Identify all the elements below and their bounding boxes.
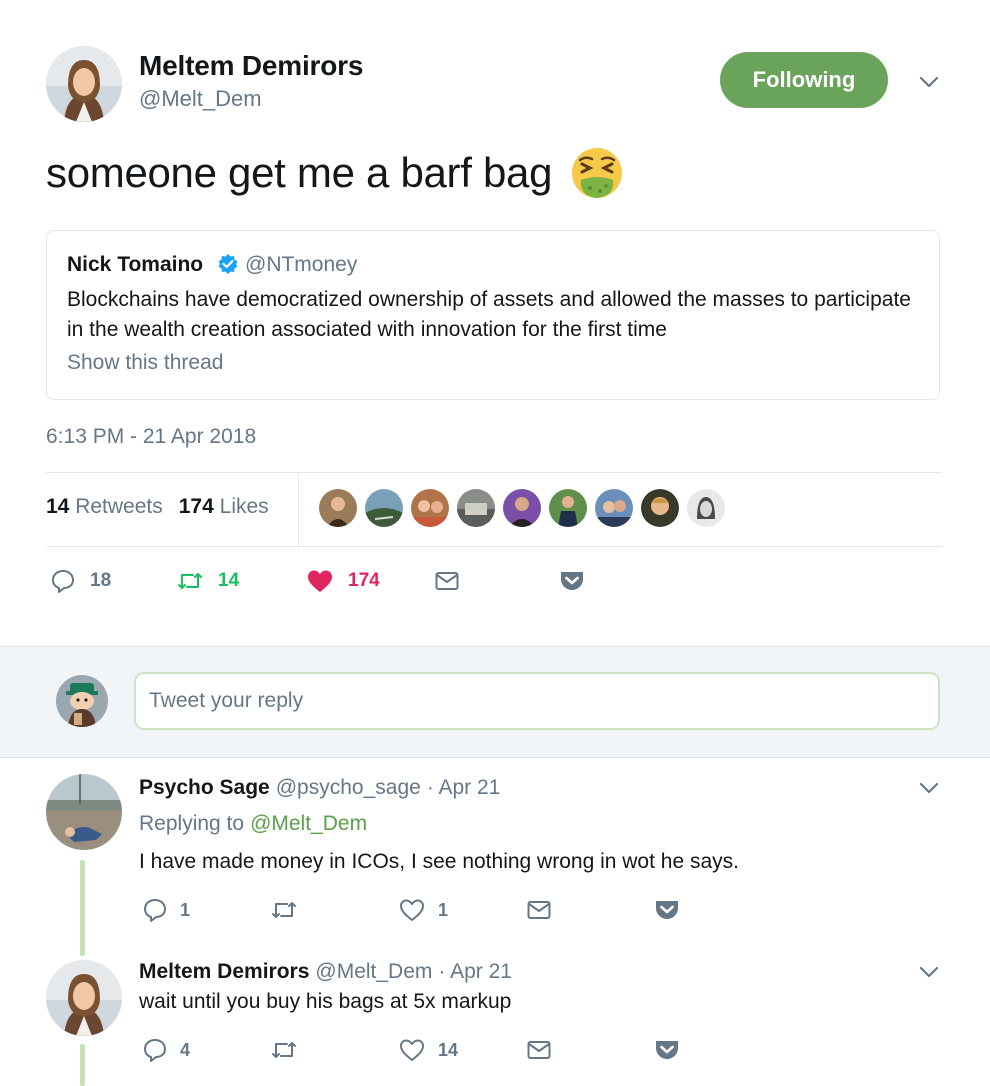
heart-icon bbox=[306, 568, 334, 594]
liker-avatar[interactable] bbox=[595, 489, 633, 527]
quoted-tweet-text: Blockchains have democratized ownership … bbox=[67, 288, 911, 341]
quoted-tweet-card[interactable]: Nick Tomaino @NTmoney Blockchains have d… bbox=[46, 230, 940, 400]
reply-author-handle[interactable]: @psycho_sage bbox=[276, 776, 421, 800]
heart-icon bbox=[398, 897, 426, 923]
reply-icon bbox=[50, 568, 76, 594]
pocket-button[interactable] bbox=[654, 896, 680, 922]
verified-badge-icon bbox=[217, 253, 239, 275]
reply-composer bbox=[0, 646, 990, 758]
show-thread-link[interactable]: Show this thread bbox=[67, 351, 223, 375]
replying-to-mention[interactable]: @Melt_Dem bbox=[250, 812, 367, 836]
liker-avatar[interactable] bbox=[641, 489, 679, 527]
like-count: 14 bbox=[438, 1039, 459, 1060]
envelope-icon bbox=[526, 1037, 552, 1063]
envelope-icon bbox=[434, 568, 460, 594]
author-handle[interactable]: @Melt_Dem bbox=[139, 86, 262, 112]
likes-count: 174 bbox=[178, 495, 214, 518]
liker-avatar[interactable] bbox=[411, 489, 449, 527]
chevron-down-icon[interactable] bbox=[917, 960, 941, 984]
heart-icon bbox=[398, 1037, 426, 1063]
quoted-author-name: Nick Tomaino bbox=[67, 253, 204, 276]
reply-button[interactable]: 18 bbox=[50, 568, 111, 594]
author-name[interactable]: Meltem Demirors bbox=[139, 50, 363, 82]
like-button[interactable]: 1 bbox=[398, 897, 448, 923]
like-count: 174 bbox=[348, 570, 380, 591]
direct-message-button[interactable] bbox=[434, 568, 460, 594]
like-count: 1 bbox=[438, 899, 449, 920]
reply-button[interactable]: 1 bbox=[142, 897, 190, 923]
like-button[interactable]: 14 bbox=[398, 1037, 458, 1063]
reply-count: 4 bbox=[180, 1039, 191, 1060]
divider bbox=[46, 472, 942, 473]
retweets-stat[interactable]: 14 Retweets bbox=[46, 495, 163, 519]
liker-avatar[interactable] bbox=[457, 489, 495, 527]
reply-icon bbox=[142, 1037, 168, 1063]
pocket-button[interactable] bbox=[654, 1036, 680, 1062]
chevron-down-icon[interactable] bbox=[917, 70, 941, 94]
reply-avatar[interactable] bbox=[46, 774, 122, 850]
current-user-avatar[interactable] bbox=[56, 675, 108, 727]
likes-stat[interactable]: 174 Likes bbox=[179, 495, 269, 519]
reply-count: 1 bbox=[180, 899, 191, 920]
reply-header: Psycho Sage @psycho_sage · Apr 21 bbox=[139, 776, 500, 800]
retweet-button[interactable]: 14 bbox=[176, 568, 239, 594]
reply-text: I have made money in ICOs, I see nothing… bbox=[139, 850, 739, 873]
reply-button[interactable]: 4 bbox=[142, 1037, 190, 1063]
retweet-button[interactable] bbox=[270, 1037, 310, 1063]
tweet-text-content: someone get me a barf bag bbox=[46, 149, 553, 196]
reply-date[interactable]: · Apr 21 bbox=[438, 960, 512, 984]
retweet-icon bbox=[176, 568, 204, 594]
retweets-label: Retweets bbox=[75, 495, 163, 518]
quoted-author-handle: @NTmoney bbox=[245, 253, 358, 276]
retweet-count: 14 bbox=[218, 570, 240, 591]
retweet-button[interactable] bbox=[270, 897, 310, 923]
envelope-icon bbox=[526, 897, 552, 923]
reply-avatar[interactable] bbox=[46, 960, 122, 1036]
divider bbox=[46, 546, 942, 547]
reply-input[interactable] bbox=[134, 672, 940, 730]
following-button[interactable]: Following bbox=[720, 52, 888, 108]
tweet-timestamp[interactable]: 6:13 PM - 21 Apr 2018 bbox=[46, 425, 256, 449]
direct-message-button[interactable] bbox=[526, 897, 552, 923]
liker-avatar[interactable] bbox=[503, 489, 541, 527]
thread-connector bbox=[80, 860, 85, 956]
reply-author-handle[interactable]: @Melt_Dem bbox=[315, 960, 432, 984]
chevron-down-icon[interactable] bbox=[917, 776, 941, 800]
likes-label: Likes bbox=[219, 495, 269, 518]
liker-avatar[interactable] bbox=[365, 489, 403, 527]
nauseated-face-icon bbox=[570, 146, 624, 200]
liker-avatars bbox=[319, 489, 725, 527]
retweet-icon bbox=[270, 1037, 298, 1063]
tweet-stats: 14 Retweets 174 Likes bbox=[46, 495, 269, 519]
replying-to-label: Replying to bbox=[139, 812, 245, 835]
pocket-button[interactable] bbox=[559, 567, 585, 593]
reply-count: 18 bbox=[90, 570, 112, 591]
author-avatar[interactable] bbox=[46, 46, 122, 122]
divider bbox=[298, 472, 299, 546]
retweets-count: 14 bbox=[46, 495, 70, 518]
like-button[interactable]: 174 bbox=[306, 568, 380, 594]
pocket-icon bbox=[654, 896, 680, 922]
reply-icon bbox=[142, 897, 168, 923]
pocket-icon bbox=[559, 567, 585, 593]
liker-avatar[interactable] bbox=[319, 489, 357, 527]
tweet-text: someone get me a barf bag bbox=[46, 146, 624, 200]
reply-author-name[interactable]: Meltem Demirors bbox=[139, 960, 309, 984]
reply-author-name[interactable]: Psycho Sage bbox=[139, 776, 270, 800]
direct-message-button[interactable] bbox=[526, 1037, 552, 1063]
reply-text: wait until you buy his bags at 5x markup bbox=[139, 990, 512, 1013]
thread-connector bbox=[80, 1044, 85, 1086]
retweet-icon bbox=[270, 897, 298, 923]
reply-header: Meltem Demirors @Melt_Dem · Apr 21 bbox=[139, 960, 512, 984]
liker-avatar[interactable] bbox=[549, 489, 587, 527]
replying-to: Replying to @Melt_Dem bbox=[139, 812, 367, 836]
liker-avatar[interactable] bbox=[687, 489, 725, 527]
pocket-icon bbox=[654, 1036, 680, 1062]
reply-date[interactable]: · Apr 21 bbox=[427, 776, 501, 800]
